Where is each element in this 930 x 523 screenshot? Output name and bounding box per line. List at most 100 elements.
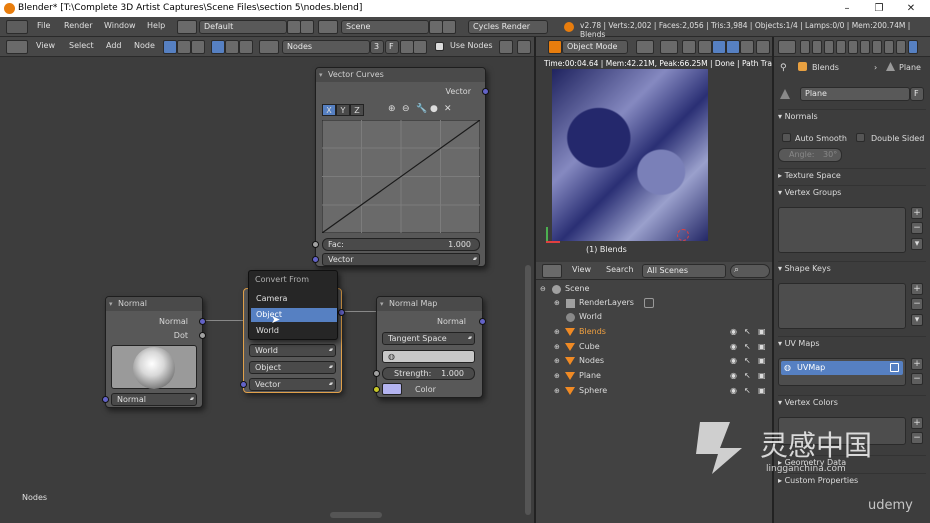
editor-type-info-button[interactable]: [6, 20, 28, 34]
menu-help[interactable]: Help: [147, 21, 165, 30]
uv-map-item[interactable]: ◍ UVMap: [781, 361, 903, 375]
scene-tab-icon[interactable]: [824, 40, 834, 54]
mesh-data-tab-icon[interactable]: [908, 40, 918, 54]
zoom-out-icon[interactable]: ⊖: [402, 104, 410, 114]
convert-to-field[interactable]: Object: [249, 361, 336, 374]
dropdown-item-camera[interactable]: Camera: [251, 292, 337, 306]
close-window-button[interactable]: ✕: [896, 0, 926, 17]
vector-curves-output-socket[interactable]: [482, 88, 489, 95]
render-tab-icon[interactable]: [800, 40, 810, 54]
outliner-row-cube[interactable]: ⊕ Cube ◉ ↖ ▣: [536, 340, 772, 354]
remove-uv-map-button[interactable]: −: [911, 373, 923, 385]
selectable-arrow-icon[interactable]: ↖: [744, 340, 751, 354]
convert-from-dropdown[interactable]: Convert From Camera Object World ➤: [248, 270, 338, 340]
outliner-row-blends[interactable]: ⊕ Blends ◉ ↖ ▣: [536, 325, 772, 339]
strength-slider[interactable]: Strength: 1.000: [382, 367, 475, 380]
constraints-tab-icon[interactable]: [860, 40, 870, 54]
normal-map-output-socket[interactable]: [479, 318, 486, 325]
vector-type-field[interactable]: Vector: [249, 378, 336, 391]
expand-icon[interactable]: ⊕: [554, 340, 560, 354]
outliner-menu-search[interactable]: Search: [606, 265, 633, 274]
visibility-eye-icon[interactable]: ◉: [730, 369, 737, 383]
double-sided-checkbox[interactable]: [856, 133, 865, 142]
maximize-button[interactable]: ❐: [864, 0, 894, 17]
vertex-groups-list[interactable]: [778, 207, 906, 253]
expand-icon[interactable]: ⊕: [554, 384, 560, 398]
node-tree-name-field[interactable]: Nodes: [282, 40, 370, 54]
outliner-row-sphere[interactable]: ⊕ Sphere ◉ ↖ ▣: [536, 384, 772, 398]
visibility-eye-icon[interactable]: ◉: [730, 354, 737, 368]
layers-icon[interactable]: [756, 40, 770, 54]
color-input-socket[interactable]: [373, 386, 380, 393]
add-layout-button[interactable]: [287, 20, 301, 34]
visibility-eye-icon[interactable]: ◉: [730, 325, 737, 339]
transform-orientation-icon[interactable]: [740, 40, 754, 54]
normals-panel-header[interactable]: ▾ Normals: [778, 109, 926, 123]
node-editor-vertical-scrollbar[interactable]: [525, 265, 531, 515]
vertex-group-specials-button[interactable]: ▾: [911, 238, 923, 250]
delete-layout-button[interactable]: [300, 20, 314, 34]
node-tree-users-count[interactable]: 3: [370, 40, 384, 54]
outliner-row-scene[interactable]: ⊖ Scene: [536, 282, 772, 296]
unlink-node-tree-button[interactable]: [413, 40, 427, 54]
scene-field[interactable]: Scene: [341, 20, 429, 34]
add-shape-key-button[interactable]: +: [911, 283, 923, 295]
normal-map-node[interactable]: Normal Map Normal Tangent Space ◍ Streng…: [373, 296, 486, 398]
object-mode-icon[interactable]: [548, 40, 562, 54]
outliner-row-plane[interactable]: ⊕ Plane ◉ ↖ ▣: [536, 369, 772, 383]
mesh-fake-user[interactable]: F: [910, 87, 924, 101]
node-menu-node[interactable]: Node: [134, 41, 155, 50]
expand-icon[interactable]: ⊕: [554, 325, 560, 339]
wrench-icon[interactable]: 🔧: [416, 104, 427, 114]
outliner-display-mode-select[interactable]: All Scenes: [642, 264, 726, 278]
material-browse-icon[interactable]: [259, 40, 279, 54]
modifiers-tab-icon[interactable]: [872, 40, 882, 54]
translate-manipulator-icon[interactable]: [698, 40, 712, 54]
renderable-camera-icon[interactable]: ▣: [758, 384, 766, 398]
expand-icon[interactable]: ⊕: [554, 296, 560, 310]
editor-type-node-button[interactable]: [6, 40, 28, 54]
minimize-button[interactable]: –: [832, 0, 862, 17]
collapse-icon[interactable]: ⊖: [540, 282, 546, 296]
use-nodes-checkbox[interactable]: [435, 42, 444, 51]
world-shader-icon[interactable]: [225, 40, 239, 54]
scale-manipulator-icon[interactable]: [726, 40, 740, 54]
render-engine-select[interactable]: Cycles Render: [468, 20, 548, 34]
custom-properties-panel-header[interactable]: ▸ Custom Properties: [778, 473, 926, 487]
outliner-row-world[interactable]: World: [536, 310, 772, 324]
node-menu-view[interactable]: View: [36, 41, 55, 50]
vector-curves-input-socket[interactable]: [312, 256, 319, 263]
selectable-arrow-icon[interactable]: ↖: [744, 369, 751, 383]
remove-vertex-color-button[interactable]: −: [911, 432, 923, 444]
menu-file[interactable]: File: [37, 21, 50, 30]
renderable-camera-icon[interactable]: ▣: [758, 325, 766, 339]
dropdown-item-world[interactable]: World: [251, 324, 337, 338]
compositing-tree-icon[interactable]: [191, 40, 205, 54]
outliner-row-renderlayers[interactable]: ⊕ RenderLayers: [536, 296, 772, 310]
data-tab-icon[interactable]: [884, 40, 894, 54]
add-uv-map-button[interactable]: +: [911, 358, 923, 370]
delete-scene-button[interactable]: [442, 20, 456, 34]
pivot-point-icon[interactable]: [660, 40, 678, 54]
editor-type-properties-button[interactable]: [778, 40, 796, 54]
curve-axis-x-button[interactable]: X: [322, 104, 336, 116]
line-style-icon[interactable]: [239, 40, 253, 54]
remove-shape-key-button[interactable]: −: [911, 298, 923, 310]
rotate-manipulator-icon[interactable]: [712, 40, 726, 54]
shape-keys-list[interactable]: [778, 283, 906, 329]
renderable-camera-icon[interactable]: ▣: [758, 369, 766, 383]
add-vertex-group-button[interactable]: +: [911, 207, 923, 219]
viewport-shading-icon[interactable]: [636, 40, 654, 54]
manipulator-toggle-icon[interactable]: [682, 40, 696, 54]
node-menu-select[interactable]: Select: [69, 41, 94, 50]
object-tab-icon[interactable]: [848, 40, 858, 54]
rendered-viewport[interactable]: Time:00:04.64 | Mem:42.21M, Peak:66.25M …: [536, 57, 772, 260]
normal-node[interactable]: Normal Normal Dot Normal: [102, 296, 206, 408]
expand-icon[interactable]: ⊕: [554, 369, 560, 383]
remove-vertex-group-button[interactable]: −: [911, 222, 923, 234]
add-scene-button[interactable]: [429, 20, 443, 34]
renderable-camera-icon[interactable]: ▣: [758, 354, 766, 368]
uv-maps-list[interactable]: ◍ UVMap: [778, 358, 906, 386]
vector-transform-output-socket[interactable]: [338, 309, 345, 316]
selectable-arrow-icon[interactable]: ↖: [744, 384, 751, 398]
